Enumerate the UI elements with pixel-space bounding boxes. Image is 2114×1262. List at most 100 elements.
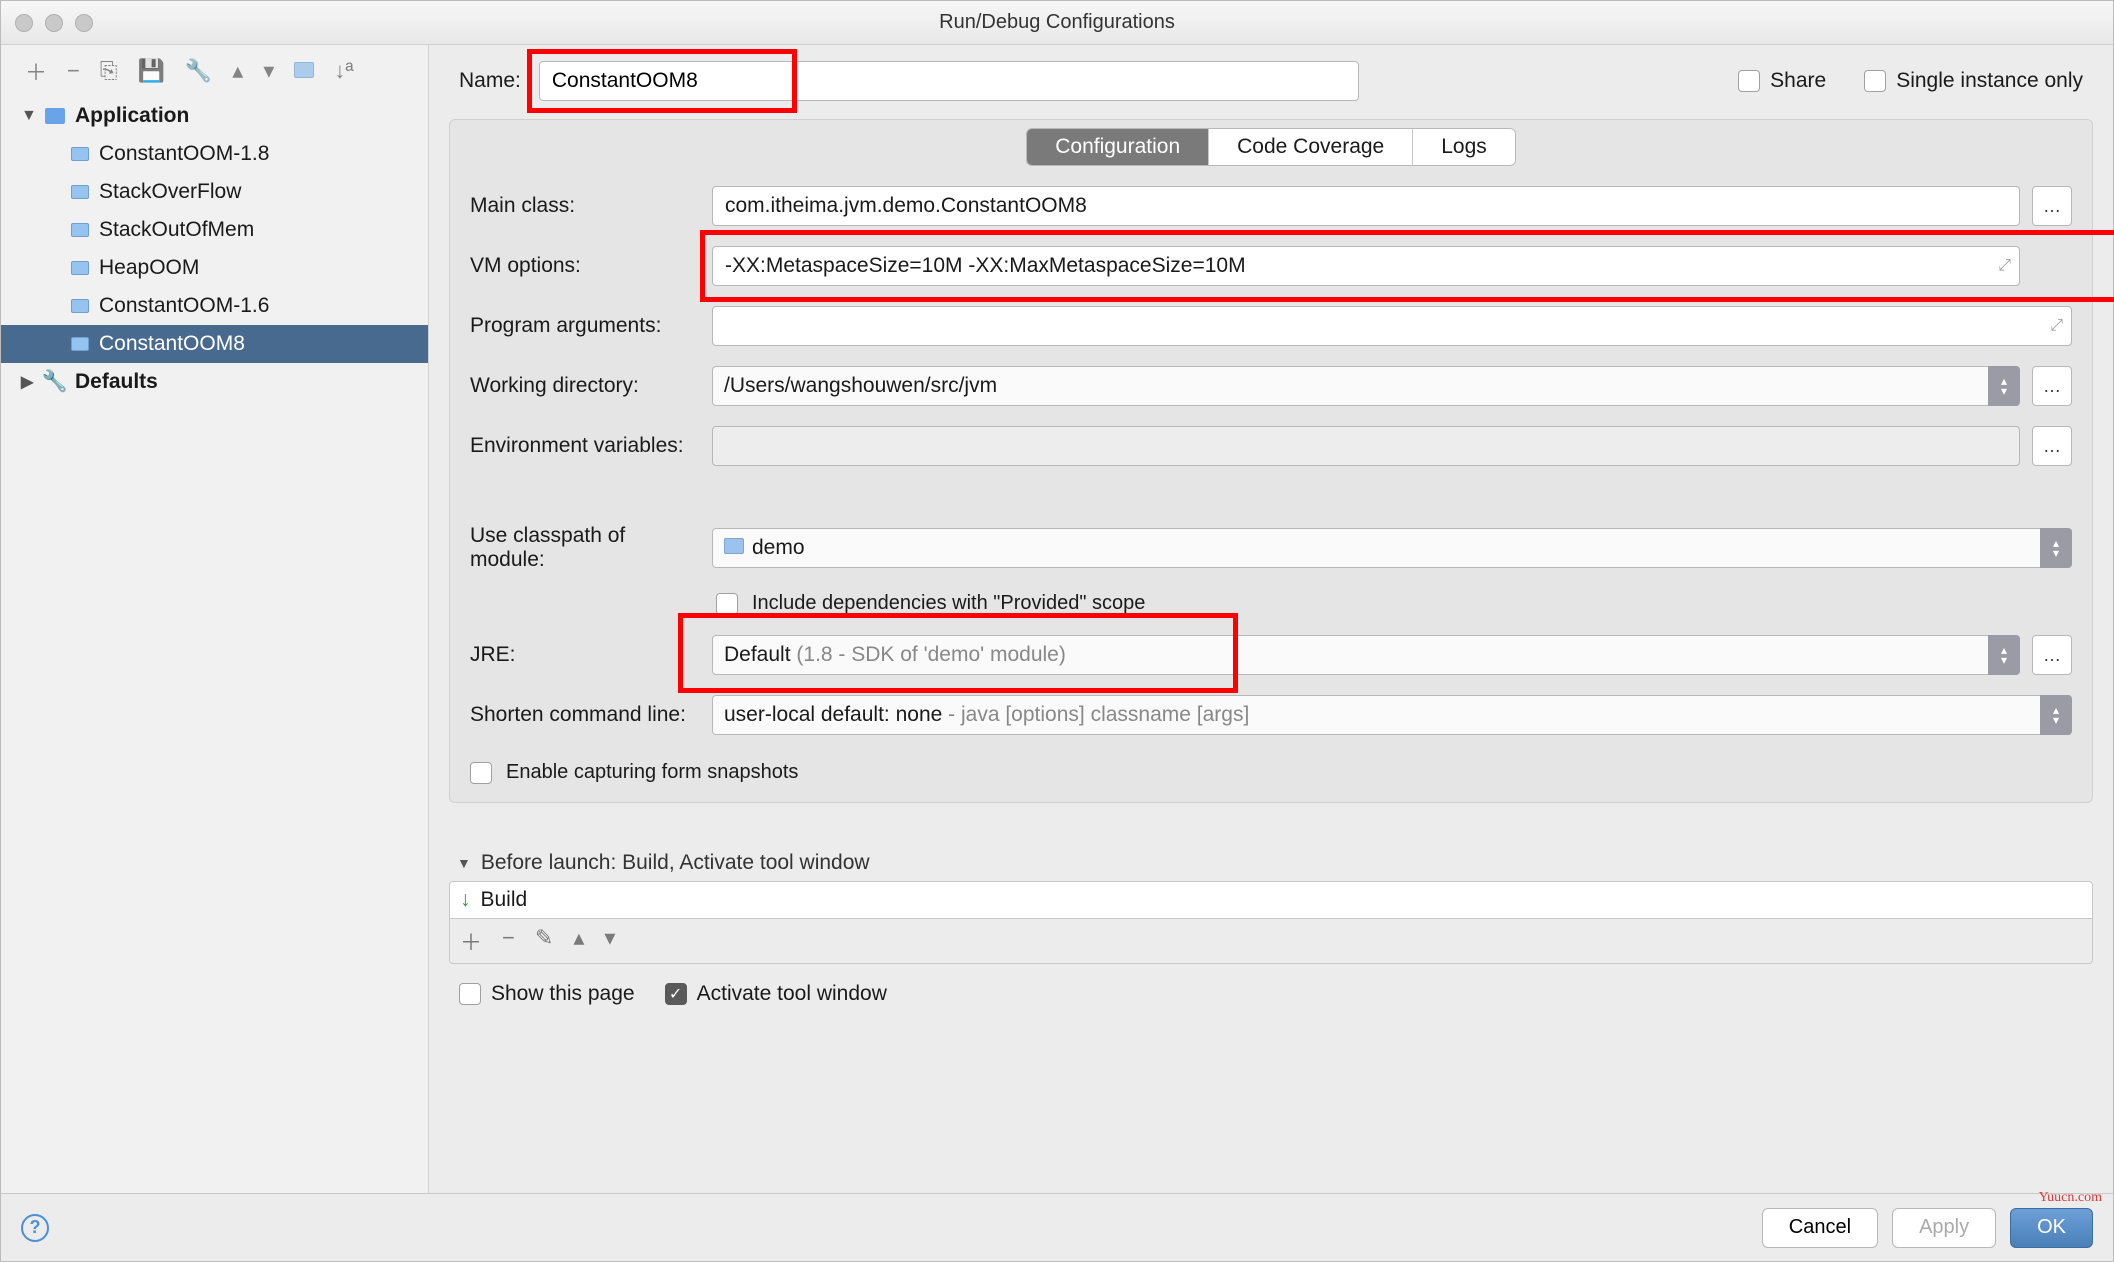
- include-provided-checkbox[interactable]: Include dependencies with "Provided" sco…: [712, 592, 2072, 615]
- remove-icon[interactable]: −: [67, 58, 80, 84]
- build-icon: ↓: [460, 888, 471, 912]
- tree-item[interactable]: HeapOOM: [1, 249, 428, 287]
- tree-item[interactable]: ConstantOOM-1.6: [1, 287, 428, 325]
- dropdown-icon[interactable]: [1988, 635, 2020, 675]
- before-launch-section: ▼ Before launch: Build, Activate tool wi…: [449, 845, 2093, 1024]
- checkbox-icon: [1864, 70, 1886, 92]
- enable-snapshots-checkbox[interactable]: Enable capturing form snapshots: [470, 755, 2072, 784]
- expand-field-icon[interactable]: ⤢: [1998, 257, 2011, 275]
- move-up-icon[interactable]: ▴: [232, 58, 243, 84]
- tree-item[interactable]: ConstantOOM-1.8: [1, 135, 428, 173]
- env-vars-label: Environment variables:: [470, 434, 700, 458]
- add-task-icon[interactable]: ＋: [460, 925, 482, 957]
- vm-options-input[interactable]: -XX:MetaspaceSize=10M -XX:MaxMetaspaceSi…: [712, 246, 2020, 286]
- tree-label: Defaults: [75, 370, 158, 394]
- tab-logs[interactable]: Logs: [1413, 129, 1515, 165]
- classpath-module-select[interactable]: demo: [712, 528, 2072, 568]
- checkbox-icon: [716, 593, 738, 615]
- shorten-cmd-label: Shorten command line:: [470, 703, 700, 727]
- tree-node-defaults[interactable]: ▶ 🔧 Defaults: [1, 363, 428, 401]
- cancel-button[interactable]: Cancel: [1762, 1208, 1878, 1248]
- browse-env-vars-button[interactable]: …: [2032, 426, 2072, 466]
- expand-icon[interactable]: ▼: [21, 107, 35, 125]
- tree-item-selected[interactable]: ConstantOOM8: [1, 325, 428, 363]
- sort-icon[interactable]: ↓ª: [334, 58, 353, 84]
- config-panel: Configuration Code Coverage Logs Main cl…: [449, 119, 2093, 803]
- tree-item[interactable]: StackOutOfMem: [1, 211, 428, 249]
- before-launch-list-item[interactable]: ↓ Build: [449, 881, 2093, 919]
- main-class-input[interactable]: com.itheima.jvm.demo.ConstantOOM8: [712, 186, 2020, 226]
- name-label: Name:: [459, 69, 521, 93]
- env-vars-input[interactable]: [712, 426, 2020, 466]
- name-row: Name: Share Single instance only: [449, 55, 2093, 107]
- collapse-icon[interactable]: ▼: [457, 855, 471, 871]
- move-down-icon[interactable]: ▾: [263, 58, 274, 84]
- tab-configuration[interactable]: Configuration: [1027, 129, 1209, 165]
- help-icon[interactable]: ?: [21, 1214, 49, 1242]
- vm-options-label: VM options:: [470, 254, 700, 278]
- run-config-icon: [71, 337, 89, 351]
- tree-label: Application: [75, 104, 189, 128]
- copy-icon[interactable]: ⎘: [100, 58, 118, 84]
- close-window-icon[interactable]: [15, 14, 33, 32]
- before-launch-toolbar: ＋ − ✎ ▴ ▾: [449, 919, 2093, 964]
- checkbox-icon: [459, 983, 481, 1005]
- dropdown-icon[interactable]: [2040, 528, 2072, 568]
- window-title: Run/Debug Configurations: [939, 11, 1175, 34]
- run-config-icon: [71, 185, 89, 199]
- show-page-checkbox[interactable]: Show this page: [459, 982, 635, 1006]
- zoom-window-icon[interactable]: [75, 14, 93, 32]
- browse-working-dir-button[interactable]: …: [2032, 366, 2072, 406]
- sidebar-toolbar: ＋ − ⎘ 💾 🔧 ▴ ▾ ↓ª: [1, 45, 428, 97]
- activate-tool-window-checkbox[interactable]: ✓Activate tool window: [665, 982, 887, 1006]
- run-config-icon: [71, 223, 89, 237]
- browse-main-class-button[interactable]: …: [2032, 186, 2072, 226]
- move-up-icon[interactable]: ▴: [573, 925, 584, 957]
- add-icon[interactable]: ＋: [25, 55, 47, 87]
- before-launch-header[interactable]: ▼ Before launch: Build, Activate tool wi…: [449, 845, 2093, 881]
- jre-select[interactable]: Default (1.8 - SDK of 'demo' module): [712, 635, 2020, 675]
- window-controls: [15, 14, 93, 32]
- wrench-icon: 🔧: [45, 372, 65, 392]
- working-dir-input[interactable]: /Users/wangshouwen/src/jvm: [712, 366, 2020, 406]
- config-sidebar: ＋ − ⎘ 💾 🔧 ▴ ▾ ↓ª ▼ Application: [1, 45, 429, 1193]
- dropdown-icon[interactable]: [2040, 695, 2072, 735]
- run-config-icon: [71, 147, 89, 161]
- config-content: Name: Share Single instance only Configu…: [429, 45, 2113, 1193]
- tabs: Configuration Code Coverage Logs: [450, 120, 2092, 166]
- move-down-icon[interactable]: ▾: [604, 925, 615, 957]
- config-tree: ▼ Application ConstantOOM-1.8 StackOverF…: [1, 97, 428, 1193]
- browse-jre-button[interactable]: …: [2032, 635, 2072, 675]
- single-instance-checkbox[interactable]: Single instance only: [1864, 69, 2083, 93]
- settings-icon[interactable]: 🔧: [185, 58, 212, 84]
- run-debug-config-window: Run/Debug Configurations ＋ − ⎘ 💾 🔧 ▴ ▾ ↓…: [0, 0, 2114, 1262]
- edit-task-icon[interactable]: ✎: [535, 925, 553, 957]
- expand-icon[interactable]: ▶: [21, 372, 35, 392]
- watermark: Yuucn.com: [2039, 1190, 2102, 1206]
- run-config-icon: [71, 299, 89, 313]
- name-input[interactable]: [539, 61, 1359, 101]
- jre-label: JRE:: [470, 643, 700, 667]
- minimize-window-icon[interactable]: [45, 14, 63, 32]
- tree-item[interactable]: StackOverFlow: [1, 173, 428, 211]
- tab-code-coverage[interactable]: Code Coverage: [1209, 129, 1413, 165]
- module-icon: [724, 536, 744, 560]
- main-class-label: Main class:: [470, 194, 700, 218]
- tree-node-application[interactable]: ▼ Application: [1, 97, 428, 135]
- save-icon[interactable]: 💾: [137, 58, 164, 84]
- dialog-footer: ? Cancel Apply OK: [1, 1193, 2113, 1261]
- dropdown-icon[interactable]: [1988, 366, 2020, 406]
- working-dir-label: Working directory:: [470, 374, 700, 398]
- share-checkbox[interactable]: Share: [1738, 69, 1826, 93]
- ok-button[interactable]: OK: [2010, 1208, 2093, 1248]
- folder-icon[interactable]: [294, 58, 314, 84]
- expand-field-icon[interactable]: ⤢: [2050, 317, 2063, 335]
- application-icon: [45, 107, 65, 125]
- shorten-cmd-select[interactable]: user-local default: none - java [options…: [712, 695, 2072, 735]
- program-args-input[interactable]: ⤢: [712, 306, 2072, 346]
- program-args-label: Program arguments:: [470, 314, 700, 338]
- titlebar: Run/Debug Configurations: [1, 1, 2113, 45]
- apply-button[interactable]: Apply: [1892, 1208, 1996, 1248]
- remove-task-icon[interactable]: −: [502, 925, 515, 957]
- checkbox-icon: [1738, 70, 1760, 92]
